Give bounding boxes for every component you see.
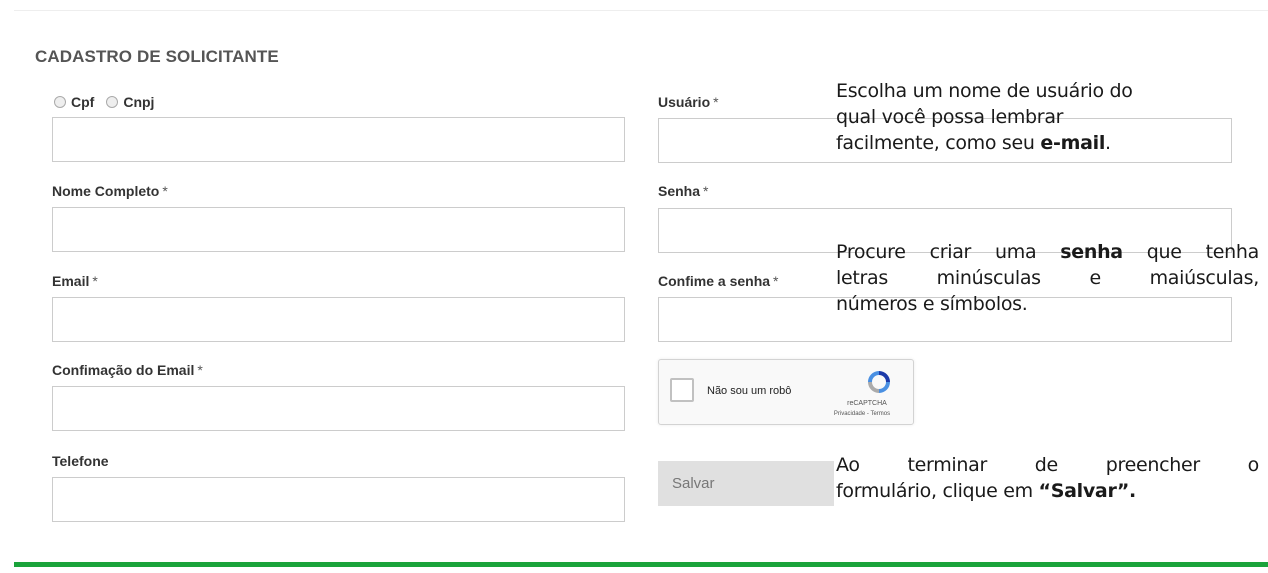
confirm-email-label: Confimação do Email * bbox=[52, 362, 203, 378]
email-label: Email * bbox=[52, 273, 98, 289]
tip-usuario: Escolha um nome de usuário do qual você … bbox=[836, 78, 1236, 156]
recaptcha-label: Não sou um robô bbox=[707, 385, 792, 397]
usuario-label: Usuário * bbox=[658, 94, 719, 110]
recaptcha-logo-icon bbox=[868, 371, 890, 393]
tip-senha: Procure criar uma senha que tenha letras… bbox=[836, 239, 1259, 317]
doc-type-radio-group: Cpf Cnpj bbox=[54, 94, 166, 110]
telefone-label: Telefone bbox=[52, 453, 109, 469]
recaptcha-checkbox[interactable] bbox=[670, 378, 694, 402]
tip-senha-line1: Procure criar uma senha que tenha bbox=[836, 241, 1259, 263]
recaptcha-links[interactable]: Privacidade - Termos bbox=[817, 411, 907, 417]
confirm-senha-label: Confime a senha * bbox=[658, 273, 779, 289]
tip-salvar-line1: Ao terminar de preencher o bbox=[836, 454, 1259, 476]
email-input[interactable] bbox=[52, 297, 625, 342]
radio-cnpj[interactable]: Cnpj bbox=[106, 94, 154, 110]
radio-cnpj-label: Cnpj bbox=[123, 94, 155, 110]
senha-label: Senha * bbox=[658, 183, 709, 199]
nome-label: Nome Completo * bbox=[52, 183, 168, 199]
radio-cnpj-circle[interactable] bbox=[106, 96, 119, 108]
form-title: CADASTRO DE SOLICITANTE bbox=[35, 47, 279, 66]
telefone-input[interactable] bbox=[52, 477, 625, 522]
tip-usuario-line3: facilmente, como seu e-mail. bbox=[836, 132, 1111, 154]
tip-usuario-line2: qual você possa lembrar bbox=[836, 106, 1064, 128]
radio-cpf-label: Cpf bbox=[71, 94, 95, 110]
accent-bar bbox=[14, 562, 1268, 567]
document-number-input[interactable] bbox=[52, 117, 625, 162]
nome-input[interactable] bbox=[52, 207, 625, 252]
tip-usuario-line1: Escolha um nome de usuário do bbox=[836, 80, 1133, 102]
tip-senha-line3: números e símbolos. bbox=[836, 293, 1028, 315]
recaptcha-brand: reCAPTCHA bbox=[847, 400, 887, 407]
recaptcha-widget: Não sou um robô reCAPTCHA Privacidade - … bbox=[658, 359, 914, 425]
save-button[interactable]: Salvar bbox=[658, 461, 834, 506]
tip-senha-line2: letras minúsculas e maiúsculas, bbox=[836, 267, 1259, 289]
tip-salvar: Ao terminar de preencher o formulário, c… bbox=[836, 452, 1259, 504]
radio-cpf[interactable]: Cpf bbox=[54, 94, 94, 110]
tip-salvar-line2: formulário, clique em “Salvar”. bbox=[836, 480, 1136, 502]
confirm-email-input[interactable] bbox=[52, 386, 625, 431]
radio-cpf-circle[interactable] bbox=[54, 96, 66, 108]
